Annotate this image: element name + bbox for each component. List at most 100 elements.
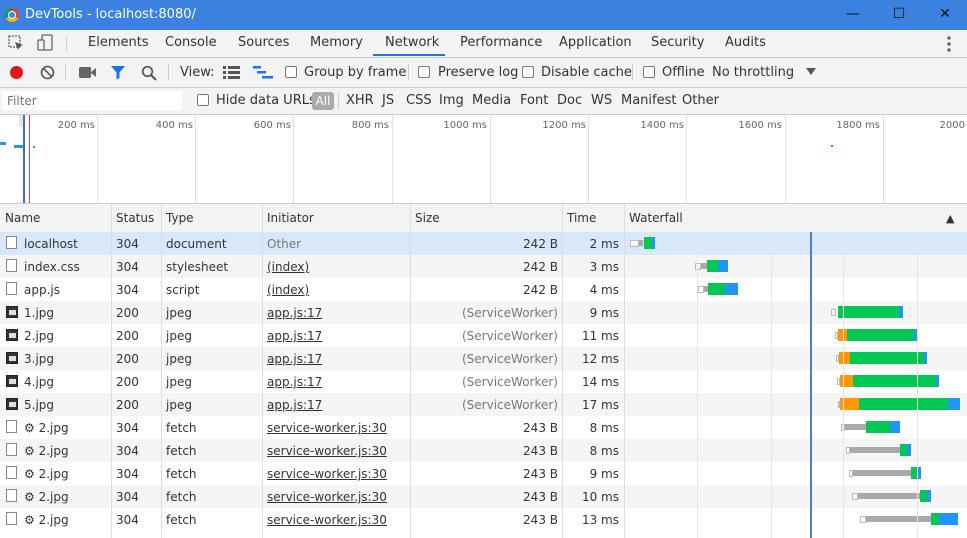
request-size: (ServiceWorker) — [462, 329, 558, 343]
overview-tick: 1600 ms — [738, 120, 782, 131]
request-time: 13 ms — [581, 513, 619, 527]
search-icon[interactable] — [141, 65, 157, 81]
overview-tick: 1000 ms — [443, 120, 487, 131]
hide-data-urls-checkbox[interactable] — [197, 94, 209, 106]
waterfall-bar — [866, 516, 931, 522]
capture-screenshots-icon[interactable] — [79, 66, 97, 79]
table-row[interactable]: ⚙ 2.jpg 304 fetch service-worker.js:30 243 B… — [0, 485, 967, 508]
tab-network[interactable]: Network — [385, 35, 439, 50]
table-row[interactable]: 4.jpg 200 jpeg app.js:17 (ServiceWorker) 14 m… — [0, 370, 967, 393]
filter-type-media[interactable]: Media — [472, 93, 511, 108]
request-time: 8 ms — [589, 444, 619, 458]
overview-waterfall-icon[interactable] — [253, 66, 273, 79]
filter-type-img[interactable]: Img — [439, 93, 464, 108]
file-icon — [6, 512, 17, 525]
overview-tick: 600 ms — [253, 120, 291, 131]
table-row[interactable]: ⚙ 2.jpg 304 fetch service-worker.js:30 243 B… — [0, 508, 967, 531]
filter-type-xhr[interactable]: XHR — [346, 93, 374, 108]
filter-type-css[interactable]: CSS — [406, 93, 432, 108]
sort-ascending-icon[interactable]: ▲ — [946, 212, 954, 225]
waterfall-bar — [853, 470, 911, 476]
table-row[interactable]: 3.jpg 200 jpeg app.js:17 (ServiceWorker) 12 m… — [0, 347, 967, 370]
filter-type-manifest[interactable]: Manifest — [621, 93, 676, 108]
filter-icon[interactable] — [110, 65, 126, 80]
table-row[interactable]: app.js 304 script (index) 242 B 4 ms — [0, 278, 967, 301]
request-status: 304 — [116, 237, 139, 251]
table-row[interactable]: index.css 304 stylesheet (index) 242 B 3 ms — [0, 255, 967, 278]
table-row[interactable]: ⚙ 2.jpg 304 fetch service-worker.js:30 243 B… — [0, 439, 967, 462]
request-initiator[interactable]: app.js:17 — [267, 375, 322, 389]
preserve-log-checkbox[interactable] — [418, 66, 430, 78]
tab-sources[interactable]: Sources — [238, 35, 289, 50]
clear-icon[interactable] — [40, 65, 55, 80]
record-icon[interactable] — [9, 65, 24, 80]
waterfall-bar — [899, 306, 903, 318]
tab-security[interactable]: Security — [651, 35, 704, 50]
table-row[interactable]: ⚙ 2.jpg 304 fetch service-worker.js:30 243 B… — [0, 462, 967, 485]
overview-tick: 200 ms — [57, 120, 95, 131]
request-time: 2 ms — [589, 237, 619, 251]
offline-checkbox[interactable] — [643, 66, 655, 78]
table-row[interactable]: 2.jpg 200 jpeg app.js:17 (ServiceWorker) 11 m… — [0, 324, 967, 347]
request-initiator[interactable]: (index) — [267, 260, 309, 274]
waterfall-bar — [839, 352, 850, 364]
tab-elements[interactable]: Elements — [88, 35, 149, 50]
throttling-select[interactable]: No throttling — [712, 65, 794, 80]
waterfall-marker-line — [810, 232, 812, 538]
table-row[interactable]: 1.jpg 200 jpeg app.js:17 (ServiceWorker) 9 ms — [0, 301, 967, 324]
column-header-size[interactable]: Size — [415, 211, 440, 225]
chevron-down-icon[interactable] — [806, 68, 816, 76]
request-initiator[interactable]: app.js:17 — [267, 352, 322, 366]
filter-type-ws[interactable]: WS — [591, 93, 612, 108]
tab-audits[interactable]: Audits — [725, 35, 766, 50]
tab-console[interactable]: Console — [165, 35, 217, 50]
inspect-element-icon[interactable] — [8, 35, 25, 52]
minimize-button[interactable]: — — [843, 4, 863, 24]
request-type: fetch — [166, 444, 197, 458]
filter-type-other[interactable]: Other — [682, 93, 719, 108]
request-time: 17 ms — [581, 398, 619, 412]
request-initiator[interactable]: service-worker.js:30 — [267, 444, 387, 458]
request-initiator[interactable]: service-worker.js:30 — [267, 467, 387, 481]
request-initiator[interactable]: service-worker.js:30 — [267, 490, 387, 504]
more-options-icon[interactable] — [944, 35, 954, 53]
tab-performance[interactable]: Performance — [460, 35, 542, 50]
image-icon — [6, 329, 18, 341]
table-row[interactable]: localhost 304 document Other 242 B 2 ms — [0, 232, 967, 255]
group-by-frame-checkbox[interactable] — [285, 66, 297, 78]
request-name: 3.jpg — [24, 352, 55, 366]
request-initiator[interactable]: app.js:17 — [267, 306, 322, 320]
waterfall-bar — [708, 283, 725, 295]
filter-type-js[interactable]: JS — [382, 93, 394, 108]
table-row[interactable]: 5.jpg 200 jpeg app.js:17 (ServiceWorker) 17 m… — [0, 393, 967, 416]
column-header-type[interactable]: Type — [166, 211, 194, 225]
request-initiator[interactable]: app.js:17 — [267, 398, 322, 412]
device-toolbar-icon[interactable] — [37, 34, 55, 52]
network-overview[interactable]: 200 ms 400 ms 600 ms 800 ms 1000 ms 1200… — [0, 115, 967, 204]
column-header-name[interactable]: Name — [5, 211, 40, 225]
request-initiator[interactable]: app.js:17 — [267, 329, 322, 343]
column-header-waterfall[interactable]: Waterfall — [629, 211, 683, 225]
waterfall-bar — [707, 260, 718, 272]
filter-type-all[interactable]: All — [312, 92, 334, 110]
filter-type-doc[interactable]: Doc — [557, 93, 582, 108]
large-rows-icon[interactable] — [223, 66, 240, 79]
request-name: ⚙ 2.jpg — [24, 467, 69, 481]
waterfall-bar — [858, 493, 920, 499]
request-initiator[interactable]: service-worker.js:30 — [267, 513, 387, 527]
table-row[interactable]: ⚙ 2.jpg 304 fetch service-worker.js:30 243 B… — [0, 416, 967, 439]
tab-application[interactable]: Application — [559, 35, 632, 50]
filter-input[interactable] — [2, 91, 182, 110]
request-initiator[interactable]: (index) — [267, 283, 309, 297]
disable-cache-checkbox[interactable] — [522, 66, 534, 78]
column-header-time[interactable]: Time — [567, 211, 596, 225]
tab-memory[interactable]: Memory — [310, 35, 363, 50]
column-header-initiator[interactable]: Initiator — [267, 211, 314, 225]
request-status: 200 — [116, 398, 139, 412]
column-header-status[interactable]: Status — [116, 211, 154, 225]
request-type: jpeg — [166, 375, 192, 389]
close-button[interactable]: ✕ — [935, 4, 955, 24]
filter-type-font[interactable]: Font — [520, 93, 548, 108]
maximize-button[interactable]: ☐ — [889, 4, 909, 24]
request-initiator[interactable]: service-worker.js:30 — [267, 421, 387, 435]
